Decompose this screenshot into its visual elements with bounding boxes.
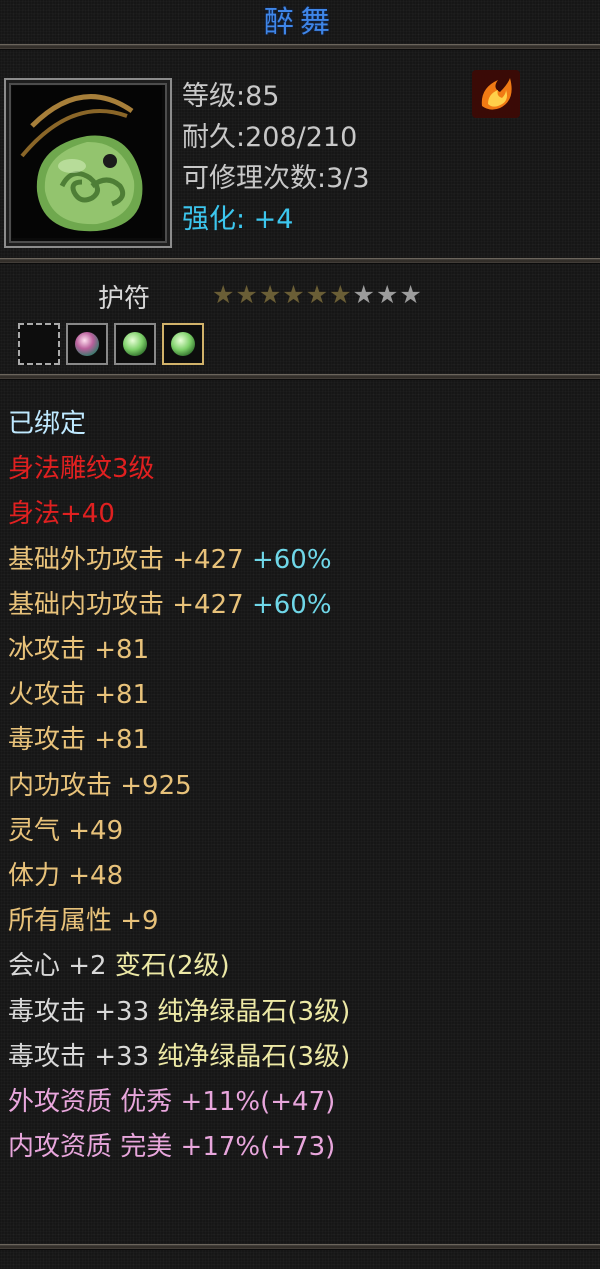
outer-attack-line: 基础外功攻击 +427 +60%	[8, 538, 350, 583]
agility-line: 身法+40	[8, 499, 115, 530]
engrave-line: 身法雕纹3级	[8, 454, 155, 485]
green-crystal-gem-icon	[123, 332, 147, 356]
variegated-gem-icon	[75, 332, 99, 356]
inner-attack-pct: +60%	[251, 589, 332, 620]
star-empty-icon: ★	[352, 280, 375, 309]
bottom-divider	[0, 1244, 600, 1250]
property-list: 已绑定 身法雕纹3级 身法+40 基础外功攻击 +427 +60% 基础内功攻击…	[8, 402, 350, 1170]
item-icon-frame	[4, 78, 172, 248]
gem-slot-empty[interactable]	[18, 323, 60, 365]
repair-count-text: 可修理次数:3/3	[182, 163, 370, 194]
poison-gem-name: 纯净绿晶石(3级)	[157, 996, 351, 1027]
item-type-label: 护符	[98, 284, 151, 314]
gem-slot-variegated[interactable]	[66, 323, 108, 365]
poison-gem-stat: 毒攻击 +33	[8, 996, 150, 1027]
inner-attack-value: 基础内功攻击 +427	[8, 589, 244, 620]
item-name: 醉舞	[264, 5, 336, 40]
level-text: 等级:85	[182, 81, 280, 112]
outer-attack-value: 基础外功攻击 +427	[8, 544, 244, 575]
properties-divider	[0, 374, 600, 380]
star-filled-icon: ★	[235, 280, 258, 309]
star-empty-icon: ★	[399, 280, 422, 309]
gem-slot-green-crystal[interactable]	[162, 323, 204, 365]
all-attributes-line: 所有属性 +9	[8, 906, 159, 937]
star-filled-icon: ★	[305, 280, 329, 309]
title-divider	[0, 44, 600, 50]
green-crystal-gem-icon	[171, 332, 195, 356]
poison-gem-line: 毒攻击 +33 纯净绿晶石(3级)	[8, 990, 350, 1035]
star-filled-icon: ★	[282, 280, 305, 309]
outer-attack-pct: +60%	[251, 544, 332, 575]
durability-text: 耐久:208/210	[182, 122, 358, 153]
inner-quality-line: 内攻资质 完美 +17%(+73)	[8, 1132, 336, 1163]
crit-gem-line: 会心 +2 变石(2级)	[8, 944, 350, 989]
header-divider	[0, 258, 600, 264]
star-filled-icon: ★	[329, 280, 352, 309]
fire-attack-line: 火攻击 +81	[8, 680, 150, 711]
inner-attack-line: 基础内功攻击 +427 +60%	[8, 583, 350, 628]
jade-pendant-icon	[12, 86, 162, 238]
fire-icon	[472, 70, 520, 118]
item-info: 等级:85 耐久:208/210 可修理次数:3/3 强化: +4	[182, 76, 370, 240]
gem-slot-green-crystal[interactable]	[114, 323, 156, 365]
outer-quality-line: 外攻资质 优秀 +11%(+47)	[8, 1087, 336, 1118]
stamina-line: 体力 +48	[8, 861, 124, 892]
crit-gem-stat: 会心 +2	[8, 951, 107, 982]
spirit-line: 灵气 +49	[8, 815, 124, 846]
star-filled-icon: ★	[212, 280, 235, 309]
gem-slots	[18, 323, 204, 365]
star-empty-icon: ★	[375, 280, 399, 309]
poison-gem-stat: 毒攻击 +33	[8, 1041, 150, 1072]
poison-attack-line: 毒攻击 +81	[8, 725, 150, 756]
ice-attack-line: 冰攻击 +81	[8, 635, 150, 666]
star-rating: ★ ★ ★ ★ ★ ★ ★ ★ ★	[212, 280, 422, 310]
star-filled-icon: ★	[258, 280, 282, 309]
item-tooltip: 醉舞 等级:85 耐久:208/210 可修理次数:3/3 强化: +4 护符 …	[0, 0, 600, 1269]
crit-gem-name: 变石(2级)	[114, 951, 230, 982]
inner-power-line: 内功攻击 +925	[8, 770, 192, 801]
bound-status: 已绑定	[8, 409, 87, 439]
poison-gem-line: 毒攻击 +33 纯净绿晶石(3级)	[8, 1035, 350, 1080]
poison-gem-name: 纯净绿晶石(3级)	[157, 1041, 351, 1072]
enhance-text: 强化: +4	[182, 204, 294, 235]
